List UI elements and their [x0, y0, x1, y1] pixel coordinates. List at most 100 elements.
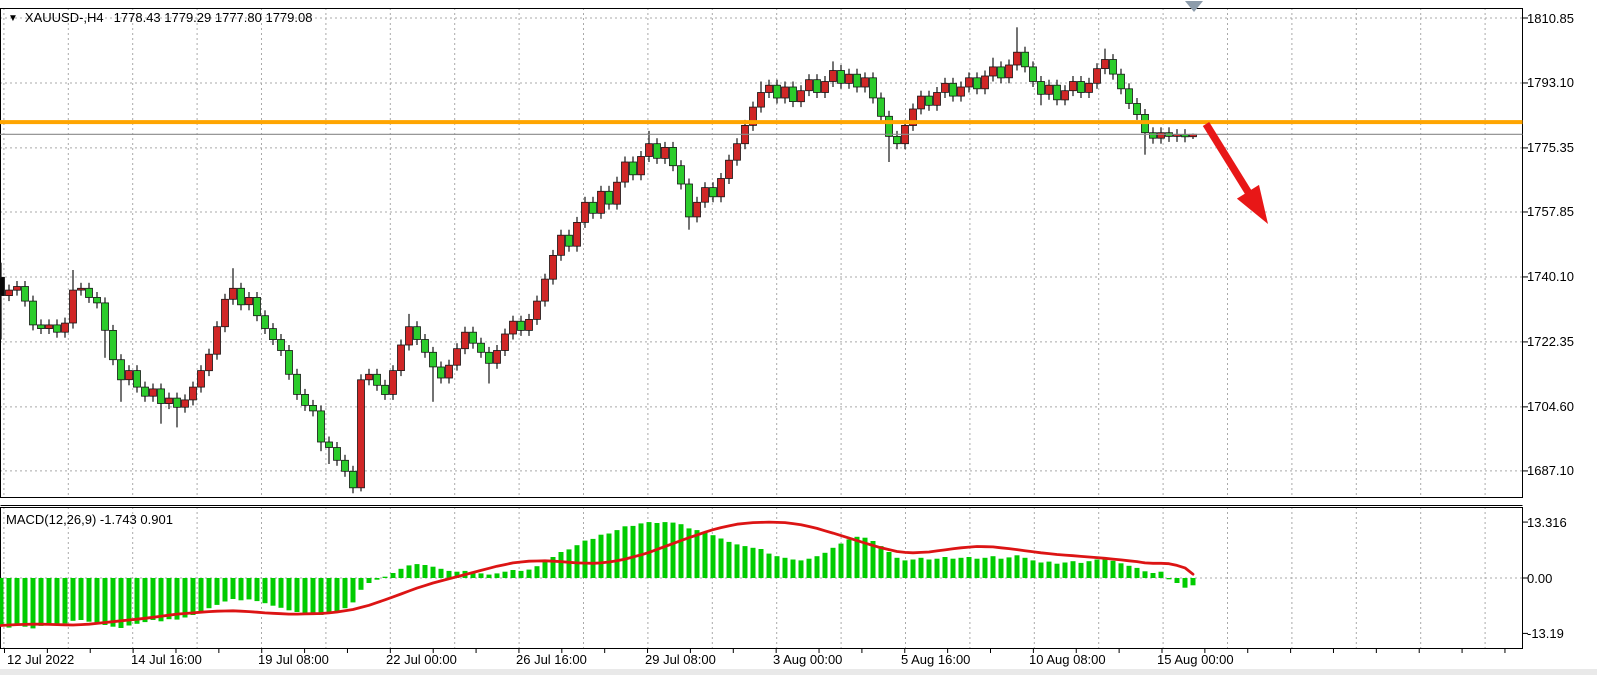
- macd-bar: [143, 578, 148, 622]
- candle-body: [694, 202, 701, 217]
- hline-price-badge: 1782.40: [1506, 114, 1597, 130]
- macd-bar: [1143, 571, 1148, 578]
- macd-bar: [919, 558, 924, 578]
- candle-body: [398, 345, 405, 371]
- candle-body: [766, 85, 773, 92]
- chart-shift-marker-icon[interactable]: [1185, 1, 1203, 12]
- macd-bar: [1167, 578, 1172, 579]
- candle-body: [382, 385, 389, 394]
- macd-bar: [1103, 558, 1108, 578]
- candle-body: [1158, 133, 1165, 139]
- macd-bar: [999, 559, 1004, 578]
- candle-body: [918, 96, 925, 109]
- macd-bar: [815, 556, 820, 578]
- candle-body: [702, 188, 709, 203]
- candle-body: [334, 448, 341, 461]
- candle-body: [14, 287, 21, 291]
- macd-bar: [303, 578, 308, 613]
- macd-bar: [1119, 563, 1124, 578]
- macd-bar: [615, 530, 620, 578]
- price-axis-label: 1722.35: [1527, 334, 1574, 349]
- ohlc-readout: 1778.43 1779.29 1777.80 1779.08: [114, 10, 313, 25]
- price-axis-label: 1704.60: [1527, 399, 1574, 414]
- candle-body: [414, 327, 421, 340]
- macd-bar: [7, 578, 12, 628]
- candle-body: [566, 235, 573, 246]
- candle-body: [230, 288, 237, 299]
- candle-body: [270, 329, 277, 340]
- macd-bar: [63, 578, 68, 623]
- macd-bar: [847, 539, 852, 578]
- macd-bar: [991, 556, 996, 578]
- macd-bar: [439, 569, 444, 578]
- window-bottom-strip: [0, 669, 1597, 675]
- macd-bar: [95, 578, 100, 623]
- macd-bar: [879, 546, 884, 578]
- candle-body: [846, 74, 853, 83]
- macd-bar: [1031, 560, 1036, 578]
- candle-body: [310, 405, 317, 411]
- chart-canvas[interactable]: [0, 0, 1597, 675]
- horizontal-line-1782[interactable]: [0, 120, 1523, 124]
- candle-body: [102, 303, 109, 330]
- macd-bar: [855, 537, 860, 578]
- macd-bar: [367, 578, 372, 583]
- macd-bar: [951, 559, 956, 578]
- macd-bar: [495, 573, 500, 578]
- candle-body: [734, 144, 741, 161]
- candle-body: [182, 400, 189, 407]
- candle-body: [158, 389, 165, 404]
- macd-bar: [0, 578, 4, 626]
- candle-body: [790, 87, 797, 102]
- time-axis-label: 19 Jul 08:00: [258, 652, 329, 667]
- macd-indicator-label: MACD(12,26,9) -1.743 0.901: [6, 512, 173, 527]
- candle-body: [1086, 83, 1093, 92]
- macd-bar: [431, 567, 436, 578]
- candle-body: [22, 287, 29, 302]
- candle-body: [374, 374, 381, 385]
- macd-bar: [543, 562, 548, 578]
- macd-bar: [695, 530, 700, 578]
- macd-bar: [831, 548, 836, 578]
- macd-bar: [735, 544, 740, 578]
- chart-title: ▼XAUUSD-,H41778.43 1779.29 1777.80 1779.…: [8, 10, 312, 25]
- macd-bar: [343, 578, 348, 608]
- price-axis-label: 1687.10: [1527, 463, 1574, 478]
- macd-bar: [519, 571, 524, 578]
- candle-body: [174, 398, 181, 407]
- macd-bar: [1015, 555, 1020, 578]
- candle-body: [1110, 60, 1117, 75]
- candle-body: [470, 332, 477, 343]
- candle-body: [590, 202, 597, 213]
- candle-body: [670, 147, 677, 165]
- macd-bar: [47, 578, 52, 624]
- price-axis-label: 1793.10: [1527, 75, 1574, 90]
- candle-body: [166, 398, 173, 404]
- macd-bar: [631, 526, 636, 578]
- candle-body: [358, 380, 365, 488]
- macd-bar: [391, 573, 396, 578]
- candle-body: [150, 389, 157, 396]
- candle-body: [582, 202, 589, 222]
- candle-body: [198, 371, 205, 388]
- candle-body: [798, 91, 805, 102]
- macd-bar: [1135, 568, 1140, 578]
- symbol-dropdown-icon[interactable]: ▼: [8, 13, 18, 24]
- macd-bar: [255, 578, 260, 601]
- macd-bar: [535, 566, 540, 578]
- candle-body: [622, 162, 629, 182]
- candle-body: [758, 93, 765, 108]
- candle-body: [926, 96, 933, 105]
- trend-arrow[interactable]: [1206, 124, 1268, 224]
- macd-bar: [199, 578, 204, 612]
- candle-body: [806, 80, 813, 91]
- macd-bar: [751, 548, 756, 578]
- candle-body: [422, 340, 429, 353]
- candle-body: [38, 325, 45, 329]
- candle-body: [390, 371, 397, 395]
- candle-body: [486, 352, 493, 363]
- candle-body: [342, 460, 349, 471]
- macd-bar: [87, 578, 92, 622]
- candle-body: [462, 332, 469, 349]
- macd-bar: [383, 577, 388, 578]
